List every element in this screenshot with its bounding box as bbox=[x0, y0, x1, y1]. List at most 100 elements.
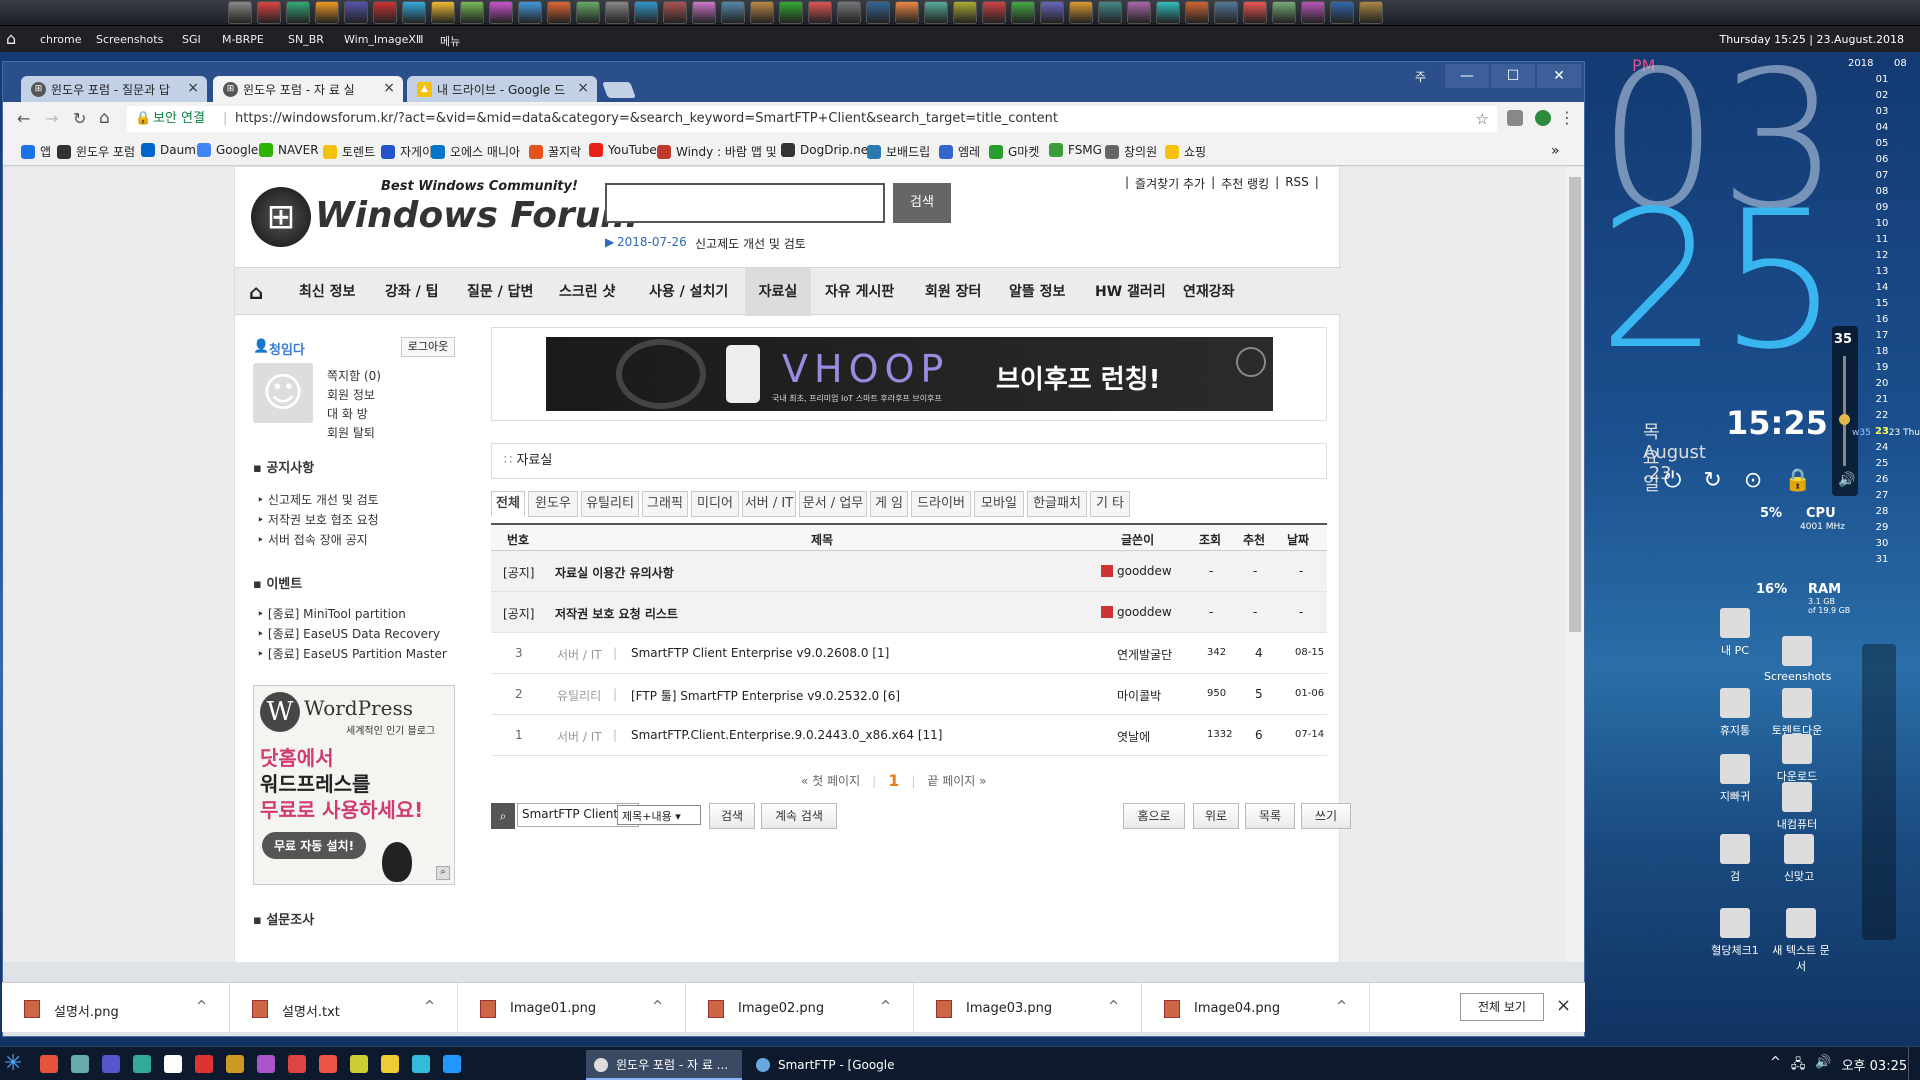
chevron-up-icon[interactable]: ^ bbox=[880, 999, 891, 1014]
scrollbar-thumb[interactable] bbox=[1569, 177, 1581, 632]
launcher-item[interactable]: M-BRPE bbox=[222, 33, 264, 46]
row-title[interactable]: 자료실 이용간 유의사항 bbox=[555, 564, 674, 581]
dock-app-icon[interactable] bbox=[1272, 1, 1296, 24]
download-item[interactable]: 설명서.png ^ bbox=[2, 983, 230, 1033]
taskbar-pinned-icon[interactable] bbox=[288, 1055, 306, 1073]
category-tab[interactable]: 게 임 bbox=[870, 491, 908, 517]
taskbar-pinned-icon[interactable] bbox=[40, 1055, 58, 1073]
volume-widget[interactable]: 35 🔊 bbox=[1832, 326, 1858, 496]
row-title[interactable]: SmartFTP Client Enterprise v9.0.2608.0 [… bbox=[631, 646, 889, 660]
shutdown-icon[interactable]: ⊙ bbox=[1744, 468, 1762, 493]
dock-app-icon[interactable] bbox=[402, 1, 426, 24]
category-tab-active[interactable]: 전체 bbox=[491, 491, 525, 517]
bookmark-item[interactable]: 앱 bbox=[21, 143, 51, 160]
browser-tab-active[interactable]: ⊞ 윈도우 포럼 - 자 료 실 × bbox=[213, 76, 403, 103]
dock-app-icon[interactable] bbox=[489, 1, 513, 24]
dock-app-icon[interactable] bbox=[1040, 1, 1064, 24]
bookmark-item[interactable]: FSMG bbox=[1049, 143, 1102, 157]
row-title[interactable]: 저작권 보호 요청 리스트 bbox=[555, 605, 678, 622]
vhoop-banner[interactable]: VHOOP 국내 최초, 프리미엄 IoT 스마트 후라후프 브이후프 브이후프… bbox=[546, 337, 1273, 411]
address-bar[interactable]: 🔒 보안 연결 | https://windowsforum.kr/?act=&… bbox=[127, 106, 1497, 132]
power-icon[interactable]: ⏻ bbox=[1664, 468, 1681, 493]
nav-item[interactable]: 질문 / 답변 bbox=[467, 268, 533, 316]
category-tab[interactable]: 미디어 bbox=[691, 491, 739, 517]
bookmarks-overflow-icon[interactable]: » bbox=[1551, 143, 1560, 159]
taskbar-pinned-icon[interactable] bbox=[443, 1055, 461, 1073]
desktop-icon[interactable]: 휴지통 bbox=[1702, 688, 1768, 738]
row-author[interactable]: gooddew bbox=[1117, 605, 1172, 619]
bookmark-star-icon[interactable]: ☆ bbox=[1476, 106, 1489, 132]
dock-app-icon[interactable] bbox=[1127, 1, 1151, 24]
volume-icon[interactable]: 🔊 bbox=[1815, 1055, 1831, 1077]
dock-app-icon[interactable] bbox=[692, 1, 716, 24]
zoom-icon[interactable]: ⌕ bbox=[436, 866, 450, 880]
show-desktop-button[interactable] bbox=[1908, 1047, 1920, 1080]
nav-item[interactable]: 자유 게시판 bbox=[825, 268, 894, 316]
url-text[interactable]: https://windowsforum.kr/?act=&vid=&mid=d… bbox=[235, 106, 1058, 132]
maximize-button[interactable]: ☐ bbox=[1491, 64, 1535, 88]
desktop-icon[interactable]: 신맞고 bbox=[1766, 834, 1832, 884]
start-icon[interactable]: ✳ bbox=[4, 1051, 22, 1076]
network-icon[interactable]: 🖧 bbox=[1791, 1055, 1806, 1077]
home-icon[interactable]: ⌂ bbox=[99, 108, 110, 128]
write-button[interactable]: 쓰기 bbox=[1301, 803, 1351, 829]
bookmark-item[interactable]: 오에스 매니아 bbox=[431, 143, 520, 160]
dock-app-icon[interactable] bbox=[721, 1, 745, 24]
user-link[interactable]: 대 화 방 bbox=[327, 405, 368, 422]
browser-tab[interactable]: ⊞ 윈도우 포럼 - 질문과 답 × bbox=[21, 76, 207, 103]
logout-button[interactable]: 로그아웃 bbox=[401, 337, 455, 357]
category-tab[interactable]: 윈도우 bbox=[528, 491, 578, 517]
row-category[interactable]: 서버 / IT bbox=[557, 728, 602, 745]
back-icon[interactable]: ← bbox=[17, 109, 30, 128]
search-icon[interactable]: ⌕ bbox=[491, 803, 515, 829]
download-item[interactable]: Image04.png ^ bbox=[1142, 983, 1370, 1033]
dock-app-icon[interactable] bbox=[924, 1, 948, 24]
row-category[interactable]: 서버 / IT bbox=[557, 646, 602, 663]
desktop-icon[interactable]: 검 bbox=[1702, 834, 1768, 884]
desktop-icon[interactable]: 내컴퓨터 bbox=[1764, 782, 1830, 832]
wordpress-ad[interactable]: W WordPress 세계적인 인기 블로그 닷홈에서 워드프레스를 무료로 … bbox=[253, 685, 455, 885]
row-category[interactable]: 유틸리티 bbox=[557, 687, 601, 704]
dock-app-icon[interactable] bbox=[953, 1, 977, 24]
desktop-icon[interactable]: 내 PC bbox=[1702, 608, 1768, 658]
nav-item[interactable]: 알뜰 정보 bbox=[1009, 268, 1065, 316]
bookmark-item[interactable]: 엠레 bbox=[939, 143, 980, 160]
bookmark-item[interactable]: 꿀지락 bbox=[529, 143, 581, 160]
home-nav-icon[interactable]: ⌂ bbox=[249, 268, 263, 316]
desktop-icon[interactable]: 혈당체크1 bbox=[1702, 908, 1768, 958]
nav-item[interactable]: 강좌 / 팁 bbox=[385, 268, 439, 316]
close-tab-icon[interactable]: × bbox=[187, 80, 199, 96]
desktop-icon[interactable]: 토렌트다운 bbox=[1764, 688, 1830, 738]
dock-app-icon[interactable] bbox=[431, 1, 455, 24]
category-tab[interactable]: 모바일 bbox=[974, 491, 1024, 517]
download-item[interactable]: Image02.png ^ bbox=[686, 983, 914, 1033]
row-title[interactable]: [FTP 툴] SmartFTP Enterprise v9.0.2532.0 … bbox=[631, 687, 900, 704]
list-button[interactable]: 목록 bbox=[1245, 803, 1295, 829]
windows-logo-icon[interactable]: ⊞ bbox=[251, 187, 311, 247]
category-tab[interactable]: 유틸리티 bbox=[581, 491, 639, 517]
bookmark-item[interactable]: 윈도우 포럼 bbox=[57, 143, 135, 160]
dock-app-icon[interactable] bbox=[1156, 1, 1180, 24]
dock-app-icon[interactable] bbox=[315, 1, 339, 24]
taskbar-pinned-icon[interactable] bbox=[195, 1055, 213, 1073]
sidebar-notice[interactable]: ‣ 저작권 보호 협조 요청 bbox=[257, 511, 379, 528]
category-tab[interactable]: 드라이버 bbox=[911, 491, 971, 517]
home-button[interactable]: 홈으로 bbox=[1123, 803, 1185, 829]
download-filename[interactable]: Image02.png bbox=[738, 1001, 824, 1016]
dock-app-icon[interactable] bbox=[895, 1, 919, 24]
taskbar-pinned-icon[interactable] bbox=[319, 1055, 337, 1073]
taskbar-pinned-icon[interactable] bbox=[350, 1055, 368, 1073]
taskbar-pinned-icon[interactable] bbox=[164, 1055, 182, 1073]
current-page[interactable]: 1 bbox=[888, 771, 899, 790]
dock-app-icon[interactable] bbox=[286, 1, 310, 24]
chevron-up-icon[interactable]: ^ bbox=[196, 999, 207, 1014]
download-item[interactable]: 설명서.txt ^ bbox=[230, 983, 458, 1033]
download-filename[interactable]: Image01.png bbox=[510, 1001, 596, 1016]
volume-knob[interactable] bbox=[1839, 414, 1850, 425]
download-filename[interactable]: 설명서.txt bbox=[282, 1001, 340, 1020]
download-item[interactable]: Image03.png ^ bbox=[914, 983, 1142, 1033]
up-button[interactable]: 위로 bbox=[1193, 803, 1239, 829]
nav-item[interactable]: 최신 정보 bbox=[299, 268, 355, 316]
ranking-link[interactable]: 추천 랭킹 bbox=[1221, 175, 1269, 192]
dock-app-icon[interactable] bbox=[228, 1, 252, 24]
